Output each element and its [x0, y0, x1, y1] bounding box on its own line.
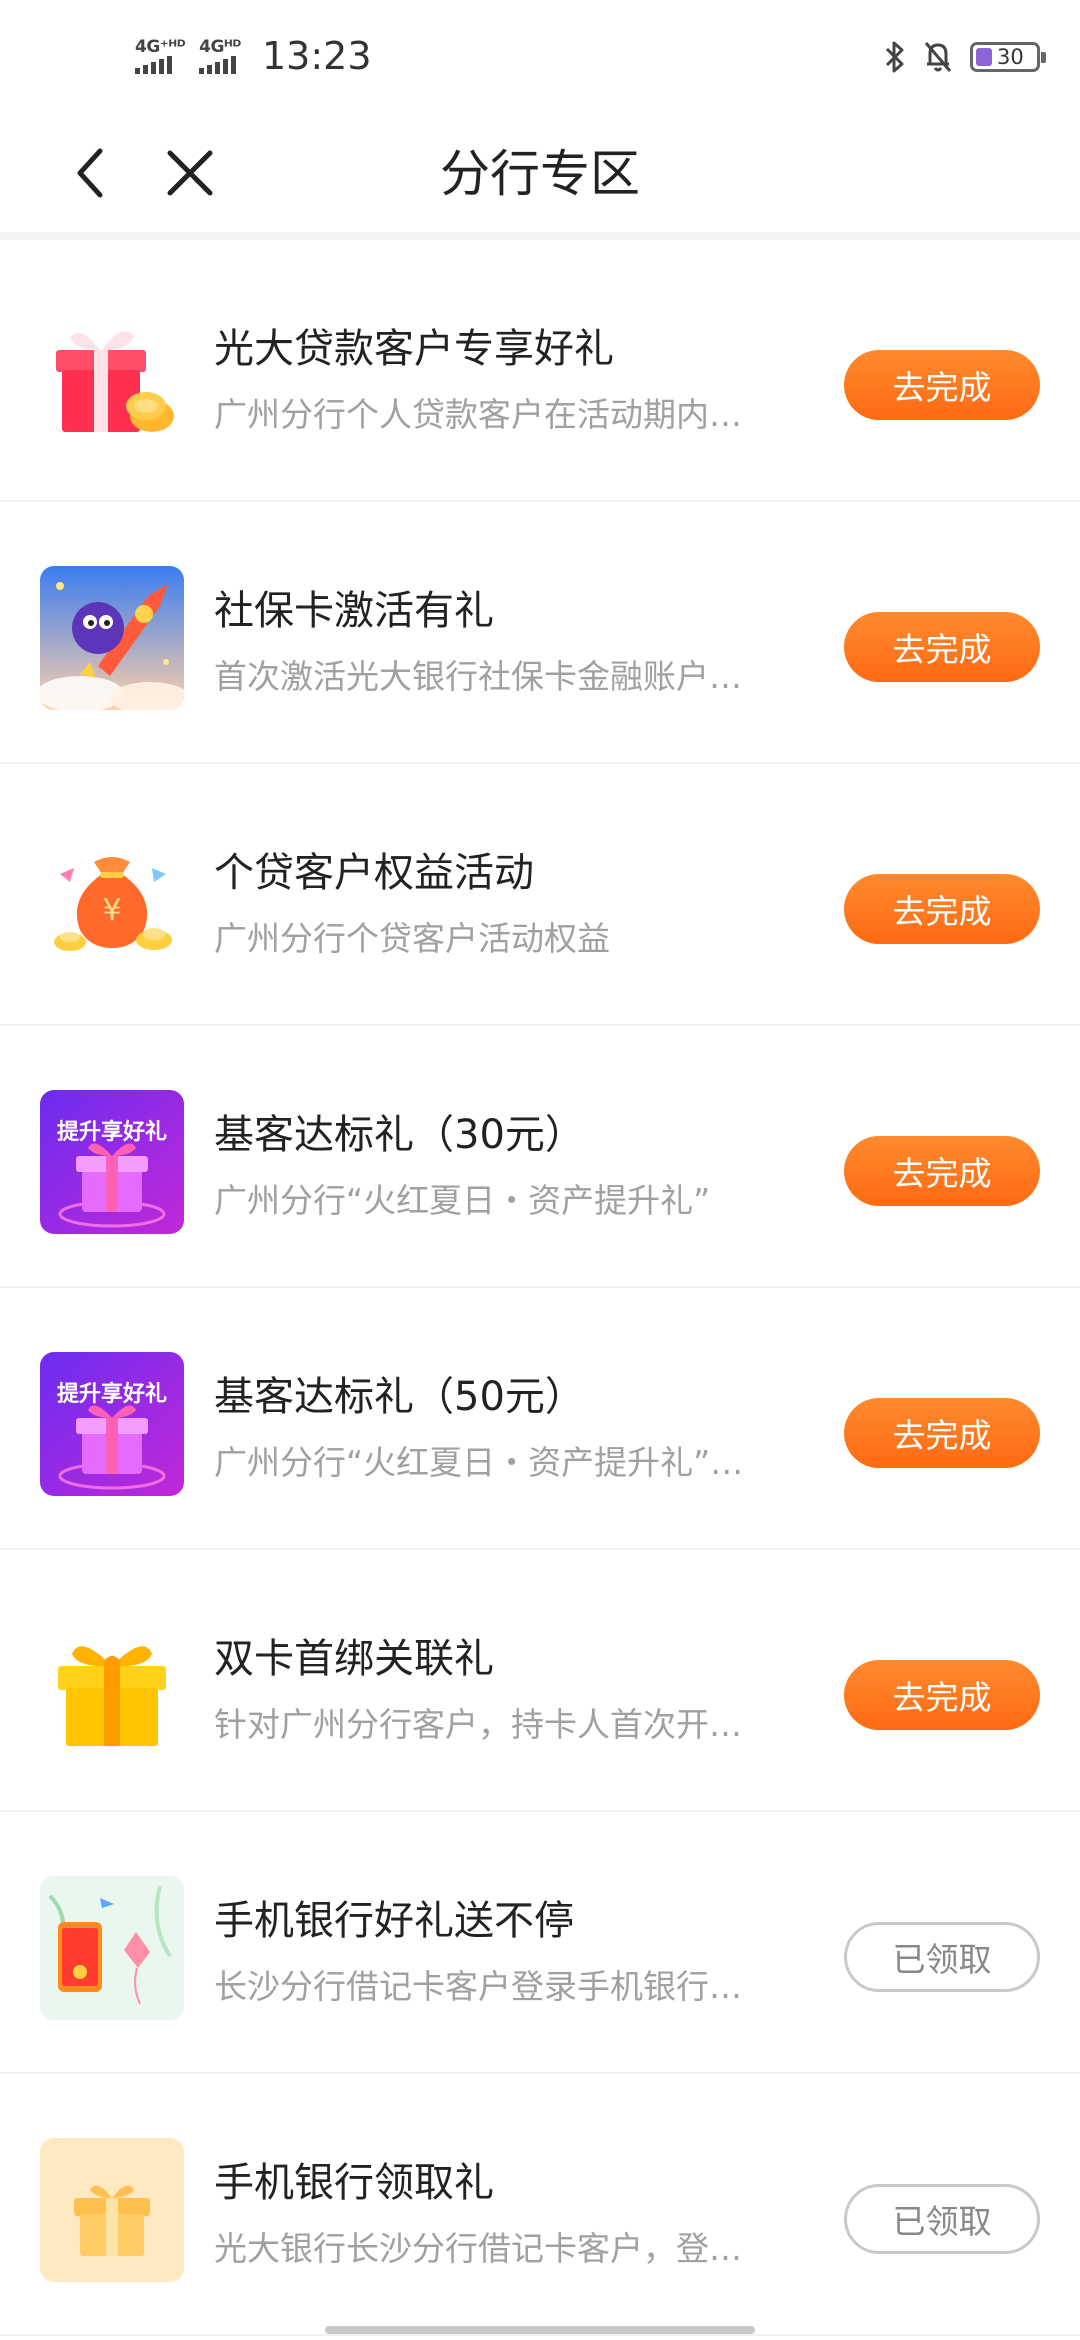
- signal-bars-icon: [135, 56, 172, 74]
- battery-level: 30: [997, 45, 1024, 69]
- status-bar: 4G⁺ᴴᴰ 4Gᴴᴰ 13:23 30: [0, 0, 1080, 120]
- item-description: 首次激活光大银行社保卡金融账户即可获得好礼: [214, 657, 774, 696]
- svg-text:¥: ¥: [102, 893, 121, 928]
- thumb-caption: 提升享好礼: [56, 1382, 167, 1407]
- pale-gift-icon: [40, 2138, 184, 2282]
- item-title: 光大贷款客户专享好礼: [214, 326, 614, 372]
- item-title: 基客达标礼（30元）: [214, 1112, 585, 1158]
- item-description: 广州分行个贷客户活动权益: [214, 919, 610, 958]
- status-time: 13:23: [262, 34, 372, 78]
- item-description: 广州分行“火红夏日・资产提升礼”: [214, 1181, 711, 1220]
- item-title: 个贷客户权益活动: [214, 850, 534, 896]
- list-item[interactable]: 提升享好礼 基客达标礼（50元） 广州分行“火红夏日・资产提升礼”活动 去完成: [0, 1288, 1080, 1550]
- page-title: 分行专区: [440, 145, 640, 203]
- item-title: 社保卡激活有礼: [214, 588, 494, 634]
- yellow-gift-box-icon: [40, 1614, 184, 1758]
- item-description: 光大银行长沙分行借记卡客户，登录手机银行领取: [214, 2229, 774, 2268]
- item-description: 长沙分行借记卡客户登录手机银行即可领取好礼: [214, 1967, 774, 2006]
- activity-list: 光大贷款客户专享好礼 广州分行个人贷款客户在活动期内满足条件即可领取好礼 去完成…: [0, 240, 1080, 2336]
- thumb-caption: 提升享好礼: [56, 1120, 167, 1145]
- status-icons: 30: [884, 40, 1046, 74]
- item-title: 手机银行领取礼: [214, 2160, 494, 2206]
- signal-indicators: 4G⁺ᴴᴰ 4Gᴴᴰ: [135, 38, 241, 74]
- money-bag-icon: ¥: [40, 828, 184, 972]
- complete-button[interactable]: 去完成: [844, 612, 1040, 682]
- signal-1: 4G⁺ᴴᴰ: [135, 37, 186, 74]
- bluetooth-icon: [885, 41, 904, 73]
- list-item[interactable]: 手机银行好礼送不停 长沙分行借记卡客户登录手机银行即可领取好礼 已领取: [0, 1812, 1080, 2074]
- item-title: 手机银行好礼送不停: [214, 1898, 574, 1944]
- signal-2-label: 4Gᴴᴰ: [199, 37, 241, 57]
- list-item[interactable]: 双卡首绑关联礼 针对广州分行客户，持卡人首次开通双卡绑定 去完成: [0, 1550, 1080, 1812]
- nav-divider: [0, 232, 1080, 240]
- list-item[interactable]: 光大贷款客户专享好礼 广州分行个人贷款客户在活动期内满足条件即可领取好礼 去完成: [0, 240, 1080, 502]
- complete-button[interactable]: 去完成: [844, 350, 1040, 420]
- list-item[interactable]: 社保卡激活有礼 首次激活光大银行社保卡金融账户即可获得好礼 去完成: [0, 502, 1080, 764]
- phone-red-envelope-icon: [40, 1876, 184, 2020]
- navigation-bar: 分行专区: [0, 120, 1080, 230]
- claimed-button[interactable]: 已领取: [844, 1922, 1040, 1992]
- list-item[interactable]: ¥ 个贷客户权益活动 广州分行个贷客户活动权益 去完成: [0, 764, 1080, 1026]
- signal-1-label: 4G⁺ᴴᴰ: [135, 37, 186, 57]
- purple-gift-banner-icon: 提升享好礼: [40, 1352, 184, 1496]
- list-item[interactable]: 提升享好礼 基客达标礼（30元） 广州分行“火红夏日・资产提升礼” 去完成: [0, 1026, 1080, 1288]
- signal-2: 4Gᴴᴰ: [199, 38, 241, 74]
- item-description: 广州分行个人贷款客户在活动期内满足条件即可领取好礼: [214, 395, 774, 434]
- item-description: 针对广州分行客户，持卡人首次开通双卡绑定: [214, 1705, 774, 1744]
- signal-bars-icon: [199, 56, 237, 74]
- claimed-button[interactable]: 已领取: [844, 2184, 1040, 2254]
- battery-icon: 30: [970, 42, 1046, 72]
- item-title: 双卡首绑关联礼: [214, 1636, 494, 1682]
- rocket-mascot-icon: [40, 566, 184, 710]
- purple-gift-banner-icon: 提升享好礼: [40, 1090, 184, 1234]
- bell-off-icon: [924, 42, 952, 72]
- item-description: 广州分行“火红夏日・资产提升礼”活动: [214, 1443, 774, 1482]
- list-item[interactable]: 手机银行领取礼 光大银行长沙分行借记卡客户，登录手机银行领取 已领取: [0, 2074, 1080, 2336]
- complete-button[interactable]: 去完成: [844, 1136, 1040, 1206]
- complete-button[interactable]: 去完成: [844, 1398, 1040, 1468]
- red-gift-box-icon: [40, 304, 184, 448]
- complete-button[interactable]: 去完成: [844, 874, 1040, 944]
- home-indicator[interactable]: [325, 2326, 755, 2334]
- complete-button[interactable]: 去完成: [844, 1660, 1040, 1730]
- item-title: 基客达标礼（50元）: [214, 1374, 585, 1420]
